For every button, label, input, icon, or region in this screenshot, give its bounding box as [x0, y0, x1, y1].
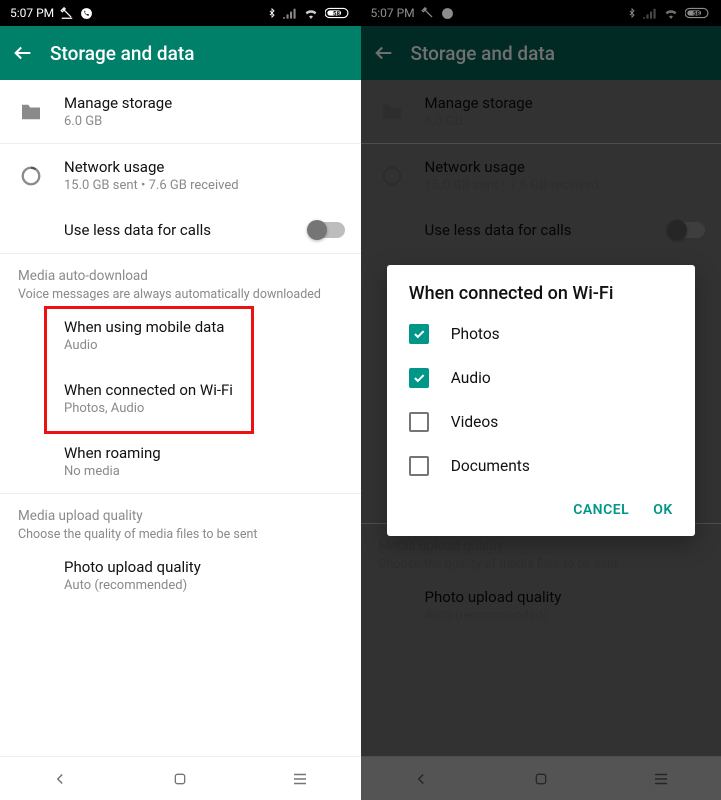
- cancel-button[interactable]: CANCEL: [573, 502, 629, 518]
- switch-less-data[interactable]: [309, 222, 345, 238]
- option-videos-label: Videos: [451, 413, 498, 431]
- data-usage-icon: [20, 165, 42, 187]
- lessdata-title: Use less data for calls: [64, 221, 289, 239]
- option-photos[interactable]: Photos: [387, 312, 695, 356]
- whatsapp-icon: [80, 7, 93, 20]
- section-upload-sub: Choose the quality of media files to be …: [18, 527, 343, 542]
- bluetooth-icon: [267, 6, 277, 20]
- manage-sub: 6.0 GB: [64, 114, 345, 129]
- nav-back-icon[interactable]: [51, 770, 69, 788]
- navbar: [0, 756, 361, 800]
- appbar-title: Storage and data: [50, 42, 194, 65]
- section-media-title: Media auto-download: [18, 268, 343, 284]
- checkbox-audio[interactable]: [409, 368, 429, 388]
- option-documents-label: Documents: [451, 457, 530, 475]
- back-icon[interactable]: [12, 42, 34, 64]
- option-videos[interactable]: Videos: [387, 400, 695, 444]
- appbar: Storage and data: [0, 26, 361, 80]
- section-media-download: Media auto-download Voice messages are a…: [0, 254, 361, 304]
- roaming-sub: No media: [64, 464, 345, 479]
- screen-settings: 5:07 PM 58 Storage and data Manage stora…: [0, 0, 361, 800]
- checkbox-videos[interactable]: [409, 412, 429, 432]
- ok-button[interactable]: OK: [653, 502, 673, 518]
- row-network-usage[interactable]: Network usage 15.0 GB sent • 7.6 GB rece…: [0, 144, 361, 207]
- nav-home-icon[interactable]: [172, 771, 188, 787]
- row-roaming[interactable]: When roaming No media: [0, 430, 361, 493]
- row-manage-storage[interactable]: Manage storage 6.0 GB: [0, 80, 361, 143]
- battery-icon: 58: [325, 7, 351, 19]
- option-audio-label: Audio: [451, 369, 491, 387]
- content: Manage storage 6.0 GB Network usage 15.0…: [0, 80, 361, 756]
- dialog-title: When connected on Wi-Fi: [387, 283, 695, 312]
- network-sub: 15.0 GB sent • 7.6 GB received: [64, 178, 345, 193]
- option-documents[interactable]: Documents: [387, 444, 695, 488]
- manage-title: Manage storage: [64, 94, 345, 112]
- nav-recent-icon[interactable]: [291, 772, 309, 786]
- svg-text:58: 58: [332, 11, 340, 18]
- dialog-overlay[interactable]: When connected on Wi-Fi Photos Audio Vid…: [361, 0, 721, 800]
- section-upload-quality: Media upload quality Choose the quality …: [0, 494, 361, 544]
- signal-icon: [283, 7, 297, 19]
- option-photos-label: Photos: [451, 325, 500, 343]
- row-less-data[interactable]: Use less data for calls: [0, 207, 361, 253]
- screen-dialog: 5:07 PM 58 Storage and data Manage stora…: [361, 0, 721, 800]
- folder-icon: [20, 103, 42, 121]
- section-media-sub: Voice messages are always automatically …: [18, 287, 343, 302]
- roaming-title: When roaming: [64, 444, 345, 462]
- wifi-icon: [303, 7, 319, 19]
- section-upload-title: Media upload quality: [18, 508, 343, 524]
- status-time: 5:07 PM: [10, 6, 54, 20]
- dialog-wifi-autodownload: When connected on Wi-Fi Photos Audio Vid…: [387, 265, 695, 536]
- photo-quality-sub: Auto (recommended): [64, 578, 345, 593]
- row-photo-quality[interactable]: Photo upload quality Auto (recommended): [0, 544, 361, 607]
- photo-quality-title: Photo upload quality: [64, 558, 345, 576]
- highlight-box: [44, 306, 254, 434]
- checkbox-documents[interactable]: [409, 456, 429, 476]
- statusbar: 5:07 PM 58: [0, 0, 361, 26]
- option-audio[interactable]: Audio: [387, 356, 695, 400]
- network-title: Network usage: [64, 158, 345, 176]
- dnd-icon: [60, 6, 74, 20]
- checkbox-photos[interactable]: [409, 324, 429, 344]
